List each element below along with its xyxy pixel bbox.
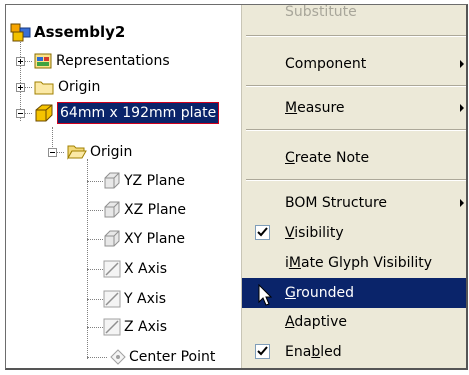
work-plane-icon <box>103 230 121 255</box>
tree-item-label: Representations <box>56 53 170 69</box>
menu-item-label: iMate Glyph Visibility <box>285 248 432 278</box>
tree-item-label: YZ Plane <box>124 173 185 189</box>
context-menu: Substitute Component Measure Create Note… <box>241 4 466 368</box>
menu-item-create-note[interactable]: Create Note <box>242 143 466 173</box>
assembly-root-label: Assembly2 <box>34 23 126 41</box>
menu-separator <box>246 129 466 131</box>
menu-item-label: Enabled <box>285 337 342 367</box>
label-pre: Ena <box>285 344 312 360</box>
inventor-window: Assembly2 Representations Origin 64mm x … <box>5 4 468 370</box>
menu-item-enabled[interactable]: Enabled <box>242 337 466 367</box>
tree-node-representations[interactable]: Representations <box>6 50 246 72</box>
folder-icon <box>34 78 54 103</box>
menu-separator <box>246 85 466 87</box>
mnemonic: b <box>311 344 321 360</box>
submenu-arrow-icon <box>460 60 464 68</box>
tree-node-yz-plane[interactable]: YZ Plane <box>6 170 246 192</box>
menu-item-grounded[interactable]: Grounded <box>242 278 466 308</box>
expand-toggle[interactable] <box>16 57 25 66</box>
tree-item-label-selected: 64mm x 192mm plate <box>57 102 220 124</box>
checkmark-icon <box>257 346 268 356</box>
model-browser: Assembly2 Representations Origin 64mm x … <box>6 5 246 368</box>
submenu-arrow-icon <box>460 199 464 207</box>
menu-item-adaptive[interactable]: Adaptive <box>242 307 466 337</box>
menu-item-label: Create Note <box>285 143 369 173</box>
menu-item-label: Substitute <box>285 4 357 20</box>
tree-item-label: X Axis <box>124 261 168 277</box>
tree-node-center-point[interactable]: Center Point <box>6 346 246 368</box>
mnemonic: M <box>288 255 301 271</box>
mnemonic: V <box>285 225 295 241</box>
tree-node-xy-plane[interactable]: XY Plane <box>6 228 246 250</box>
menu-item-label: Adaptive <box>285 307 347 337</box>
work-plane-icon <box>103 201 121 226</box>
tree-node-x-axis[interactable]: X Axis <box>6 258 246 280</box>
label-rest: daptive <box>294 314 347 330</box>
tree-node-origin[interactable]: Origin <box>6 76 246 98</box>
menu-item-visibility[interactable]: Visibility <box>242 218 466 248</box>
assembly-icon <box>10 23 32 50</box>
menu-item-bom-structure[interactable]: BOM Structure <box>242 188 466 218</box>
menu-item-imate-glyph-visibility[interactable]: iMate Glyph Visibility <box>242 248 466 278</box>
menu-separator <box>246 35 466 37</box>
menu-item-measure[interactable]: Measure <box>242 93 466 123</box>
label-rest: rounded <box>295 285 355 301</box>
menu-separator <box>246 179 466 181</box>
menu-item-label: Grounded <box>285 278 354 308</box>
label-rest: led <box>320 344 342 360</box>
menu-item-label: Component <box>285 56 367 72</box>
work-point-icon <box>110 349 126 368</box>
collapse-toggle[interactable] <box>16 109 25 118</box>
menu-item-label: BOM Structure <box>285 195 388 211</box>
mnemonic: C <box>285 150 295 166</box>
tree-item-label: XZ Plane <box>124 202 187 218</box>
tree-item-label: Center Point <box>129 349 216 365</box>
menu-item-label: Measure <box>285 93 345 123</box>
work-axis-icon <box>103 318 121 343</box>
work-axis-icon <box>103 260 121 285</box>
tree-node-plate-part[interactable]: 64mm x 192mm plate <box>6 102 246 124</box>
label-rest: ate Glyph Visibility <box>300 255 433 271</box>
menu-item-substitute[interactable]: Substitute <box>242 4 466 27</box>
tree-item-label: Y Axis <box>124 291 167 307</box>
tree-item-label: XY Plane <box>124 231 185 247</box>
work-axis-icon <box>103 290 121 315</box>
tree-node-assembly[interactable]: Assembly2 <box>6 21 246 43</box>
visibility-checkbox[interactable] <box>255 225 270 240</box>
expand-toggle[interactable] <box>16 83 25 92</box>
mnemonic: M <box>285 100 298 116</box>
enabled-checkbox[interactable] <box>255 344 270 359</box>
menu-item-component[interactable]: Component <box>242 49 466 79</box>
tree-node-z-axis[interactable]: Z Axis <box>6 316 246 338</box>
tree-item-label: Origin <box>58 79 101 95</box>
label-rest: easure <box>297 100 345 116</box>
tree-node-xz-plane[interactable]: XZ Plane <box>6 199 246 221</box>
part-icon <box>34 103 54 130</box>
tree-item-label: Z Axis <box>124 319 168 335</box>
open-folder-icon <box>67 142 87 167</box>
label-rest: isibility <box>294 225 344 241</box>
tree-node-origin-child[interactable]: Origin <box>6 141 246 163</box>
work-plane-icon <box>103 172 121 197</box>
tree-item-label: Origin <box>90 144 133 160</box>
collapse-toggle[interactable] <box>48 148 57 157</box>
mouse-cursor-icon <box>258 283 274 312</box>
mnemonic: A <box>285 314 295 330</box>
representations-icon <box>34 52 52 77</box>
checkmark-icon <box>257 227 268 237</box>
submenu-arrow-icon <box>460 104 464 112</box>
label-rest: reate Note <box>294 150 370 166</box>
tree-node-y-axis[interactable]: Y Axis <box>6 288 246 310</box>
menu-item-label: Visibility <box>285 218 344 248</box>
mnemonic: G <box>285 285 296 301</box>
